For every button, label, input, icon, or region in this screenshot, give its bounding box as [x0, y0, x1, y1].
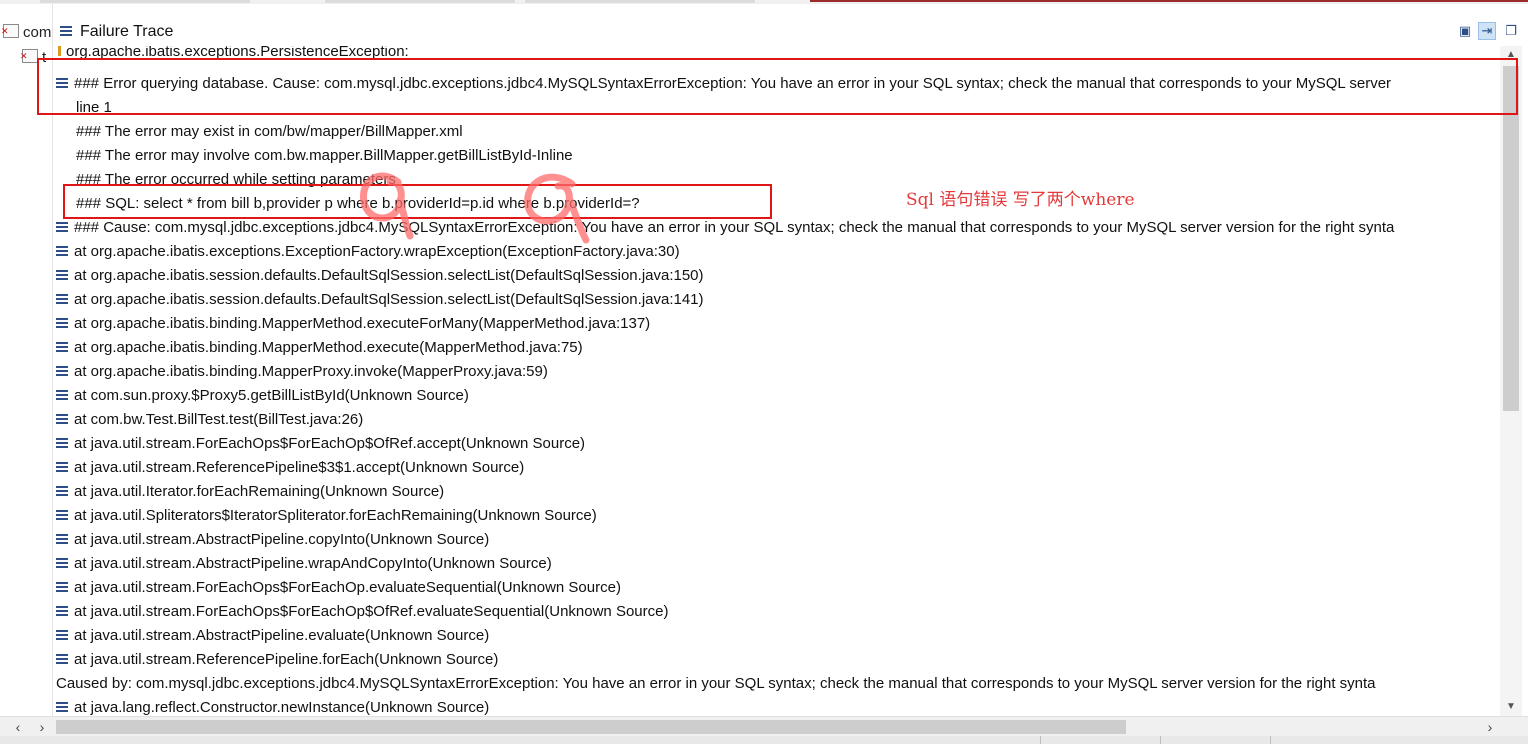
list-icon [56, 630, 68, 640]
warning-icon [56, 46, 64, 58]
list-icon [56, 246, 68, 256]
trace-line[interactable]: at java.util.stream.AbstractPipeline.cop… [56, 528, 489, 552]
list-icon [56, 654, 68, 664]
list-icon [56, 606, 68, 616]
trace-line[interactable]: at org.apache.ibatis.binding.MapperProxy… [56, 360, 548, 384]
trace-line-text: at org.apache.ibatis.binding.MapperMetho… [74, 315, 651, 332]
test-error-icon [1, 24, 19, 38]
scribble-mark [360, 172, 414, 240]
scroll-right-icon[interactable]: › [1480, 717, 1500, 737]
trace-line-text: ### The error may involve com.bw.mapper.… [76, 147, 573, 164]
failures-filter-icon[interactable]: ⇥ [1478, 22, 1496, 40]
tab-placeholder[interactable] [525, 0, 755, 3]
trace-line-text: at java.util.stream.ReferencePipeline.fo… [74, 651, 499, 668]
trace-line[interactable]: at org.apache.ibatis.binding.MapperMetho… [56, 336, 583, 360]
tree-item-test-class[interactable]: com [1, 24, 52, 41]
list-icon [56, 510, 68, 520]
trace-line[interactable]: at java.util.stream.AbstractPipeline.wra… [56, 552, 552, 576]
scroll-right-icon[interactable]: › [32, 717, 52, 737]
list-icon [56, 582, 68, 592]
list-icon [56, 462, 68, 472]
scroll-thumb[interactable] [1503, 66, 1519, 411]
list-icon [56, 270, 68, 280]
trace-line[interactable]: at java.lang.reflect.Constructor.newInst… [56, 696, 489, 716]
list-icon [56, 222, 68, 232]
trace-line[interactable]: at org.apache.ibatis.binding.MapperMetho… [56, 312, 650, 336]
list-icon [60, 26, 72, 36]
trace-line-text: ### The error may exist in com/bw/mapper… [76, 123, 463, 140]
trace-line[interactable]: Caused by: com.mysql.jdbc.exceptions.jdb… [56, 672, 1376, 696]
list-icon [56, 438, 68, 448]
trace-line[interactable]: at java.util.Iterator.forEachRemaining(U… [56, 480, 444, 504]
trace-line-text: ### Cause: com.mysql.jdbc.exceptions.jdb… [74, 219, 1395, 236]
copy-trace-icon[interactable]: ❐ [1502, 22, 1520, 40]
list-icon [56, 558, 68, 568]
trace-line-text: at java.util.Spliterators$IteratorSplite… [74, 507, 597, 524]
scroll-down-icon[interactable]: ▼ [1500, 698, 1522, 716]
trace-line[interactable]: at java.util.Spliterators$IteratorSplite… [56, 504, 597, 528]
trace-line-text: Caused by: com.mysql.jdbc.exceptions.jdb… [56, 675, 1376, 692]
trace-line[interactable]: ### The error may involve com.bw.mapper.… [76, 144, 573, 168]
tab-placeholder[interactable] [40, 0, 250, 3]
failure-trace-list[interactable]: org.apache.ibatis.exceptions.Persistence… [56, 46, 1500, 716]
view-title: Failure Trace [60, 23, 173, 41]
vertical-scrollbar[interactable]: ▲ ▼ [1500, 46, 1522, 716]
scribble-mark [524, 173, 590, 244]
trace-line[interactable]: at org.apache.ibatis.session.defaults.De… [56, 264, 704, 288]
trace-line[interactable]: at com.bw.Test.BillTest.test(BillTest.ja… [56, 408, 363, 432]
tab-placeholder[interactable] [325, 0, 515, 3]
list-icon [56, 366, 68, 376]
trace-line-text: at java.util.stream.ForEachOps$ForEachOp… [74, 435, 586, 452]
list-icon [56, 414, 68, 424]
list-icon [56, 486, 68, 496]
trace-line-text: at org.apache.ibatis.session.defaults.De… [74, 291, 704, 308]
list-icon [56, 318, 68, 328]
trace-line-text: at java.util.stream.ReferencePipeline$3$… [74, 459, 525, 476]
trace-line[interactable]: ### The error may exist in com/bw/mapper… [76, 120, 463, 144]
trace-line-text: at java.util.stream.ForEachOps$ForEachOp… [74, 603, 669, 620]
compare-icon[interactable]: ▣ [1456, 22, 1474, 40]
horizontal-scrollbar[interactable]: ‹ › › [0, 716, 1528, 737]
trace-line-text: at org.apache.ibatis.binding.MapperMetho… [74, 339, 583, 356]
trace-line-text: at org.apache.ibatis.binding.MapperProxy… [74, 363, 548, 380]
list-icon [56, 534, 68, 544]
trace-line[interactable]: at java.util.stream.ReferencePipeline.fo… [56, 648, 498, 672]
trace-line-text: at java.util.stream.AbstractPipeline.wra… [74, 555, 552, 572]
trace-line-text: at com.bw.Test.BillTest.test(BillTest.ja… [74, 411, 364, 428]
trace-line-text: at com.sun.proxy.$Proxy5.getBillListById… [74, 387, 469, 404]
trace-line-text: at org.apache.ibatis.session.defaults.De… [74, 267, 704, 284]
trace-line-text: at java.util.stream.ForEachOps$ForEachOp… [74, 579, 621, 596]
trace-line[interactable]: at java.util.stream.ForEachOps$ForEachOp… [56, 600, 668, 624]
tree-item-label: com [23, 24, 52, 41]
annotation-note: Sql 语句错误 写了两个where [906, 190, 1135, 210]
list-icon [56, 390, 68, 400]
scroll-thumb[interactable] [56, 720, 1126, 734]
progress-bar-failure [810, 0, 1528, 2]
trace-line-text: at java.util.Iterator.forEachRemaining(U… [74, 483, 445, 500]
failure-trace-header: Failure Trace ▣ ⇥ ❐ [56, 20, 1528, 46]
highlight-box-error [37, 58, 1518, 115]
trace-line[interactable]: ### Cause: com.mysql.jdbc.exceptions.jdb… [56, 216, 1394, 240]
trace-line[interactable]: at com.sun.proxy.$Proxy5.getBillListById… [56, 384, 469, 408]
top-tab-strip [0, 0, 1528, 4]
trace-line-text: at java.lang.reflect.Constructor.newInst… [74, 699, 490, 716]
trace-line[interactable]: at java.util.stream.ReferencePipeline$3$… [56, 456, 524, 480]
trace-line[interactable]: at java.util.stream.AbstractPipeline.eva… [56, 624, 489, 648]
list-icon [56, 294, 68, 304]
list-icon [56, 702, 68, 712]
list-icon [56, 342, 68, 352]
scroll-left-icon[interactable]: ‹ [8, 717, 28, 737]
trace-line-text: at java.util.stream.AbstractPipeline.cop… [74, 531, 490, 548]
trace-line-text: at java.util.stream.AbstractPipeline.eva… [74, 627, 490, 644]
trace-line[interactable]: at java.util.stream.ForEachOps$ForEachOp… [56, 432, 585, 456]
trace-line[interactable]: at org.apache.ibatis.session.defaults.De… [56, 288, 704, 312]
test-error-icon [20, 49, 38, 63]
status-strip [0, 736, 1528, 744]
trace-line[interactable]: at java.util.stream.ForEachOps$ForEachOp… [56, 576, 621, 600]
view-title-text: Failure Trace [80, 23, 174, 40]
